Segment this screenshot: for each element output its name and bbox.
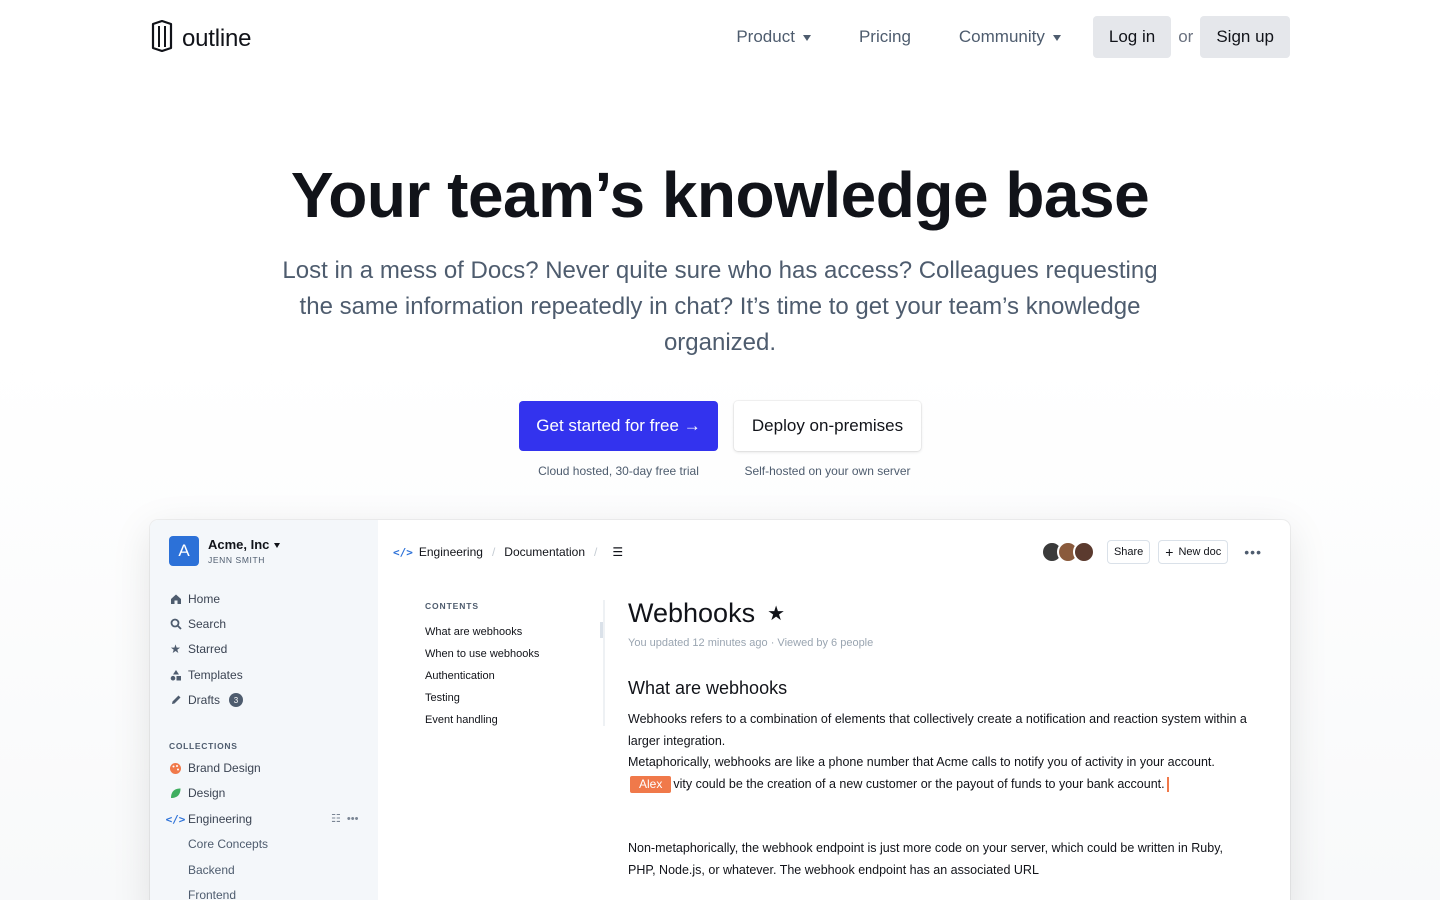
team-name-row: Acme, Inc bbox=[208, 537, 281, 552]
text-cursor bbox=[1166, 776, 1169, 792]
drafts-count-badge: 3 bbox=[229, 693, 244, 707]
doc-title-row: Webhooks ★ bbox=[628, 598, 1248, 629]
collection-design[interactable]: Design bbox=[169, 786, 225, 800]
nav-product[interactable]: Product bbox=[712, 27, 835, 47]
toc-item[interactable]: What are webhooks bbox=[425, 626, 522, 638]
hero-subtitle: Lost in a mess of Docs? Never quite sure… bbox=[282, 257, 1158, 356]
collection-label: Engineering bbox=[188, 812, 253, 826]
login-button[interactable]: Log in bbox=[1092, 16, 1172, 58]
plus-icon: + bbox=[1165, 544, 1174, 560]
nav-pricing-label: Pricing bbox=[858, 27, 911, 46]
code-icon: </> bbox=[393, 545, 413, 559]
team-avatar: A bbox=[169, 536, 199, 566]
toc-title: CONTENTS bbox=[425, 601, 479, 611]
document-pane: </> Engineering / Documentation / ☰ Shar… bbox=[378, 520, 1290, 900]
team-user: JENN SMITH bbox=[208, 555, 265, 565]
outline-menu-icon[interactable]: ☰ bbox=[612, 545, 623, 559]
nav-community[interactable]: Community bbox=[935, 27, 1093, 47]
signup-button[interactable]: Sign up bbox=[1200, 16, 1290, 58]
collection-brand-design[interactable]: Brand Design bbox=[169, 761, 261, 775]
new-doc-button[interactable]: + New doc bbox=[1158, 540, 1229, 564]
collection-label: Brand Design bbox=[188, 761, 261, 775]
toc-item[interactable]: Authentication bbox=[425, 670, 495, 682]
top-nav: outline Product Pricing Community Log in… bbox=[0, 0, 1440, 74]
toc-item[interactable]: Testing bbox=[425, 692, 460, 704]
sidebar-doc-core-concepts[interactable]: Core Concepts bbox=[188, 837, 268, 851]
more-options-icon[interactable]: ••• bbox=[1236, 544, 1270, 560]
doc-toolbar: Share + New doc ••• bbox=[1040, 540, 1270, 564]
leaf-icon bbox=[169, 787, 182, 800]
collection-label: Design bbox=[188, 786, 226, 800]
list-icon[interactable]: ☷ bbox=[331, 812, 341, 825]
new-doc-label: New doc bbox=[1178, 546, 1222, 558]
shapes-icon bbox=[169, 669, 182, 682]
document-content[interactable]: Webhooks ★ You updated 12 minutes ago · … bbox=[628, 598, 1248, 881]
collection-actions: ☷ ••• bbox=[331, 812, 359, 826]
breadcrumb-separator: / bbox=[594, 545, 598, 559]
outline-logo-icon bbox=[149, 19, 175, 57]
collection-engineering[interactable]: </> Engineering bbox=[165, 812, 253, 826]
avatar bbox=[1072, 541, 1095, 563]
toc-divider bbox=[603, 600, 605, 726]
sidebar-item-drafts[interactable]: Drafts 3 bbox=[169, 693, 244, 707]
deploy-on-premises-button[interactable]: Deploy on-premises bbox=[734, 401, 921, 451]
doc-paragraph: Non-metaphorically, the webhook endpoint… bbox=[628, 841, 1223, 877]
paragraph-text: vity could be the creation of a new cust… bbox=[673, 776, 1165, 791]
breadcrumb: </> Engineering / Documentation / ☰ bbox=[393, 545, 623, 559]
pencil-icon bbox=[169, 694, 182, 707]
sidebar-item-label: Home bbox=[188, 592, 221, 606]
cta-group: Get started for free → Cloud hosted, 30-… bbox=[519, 401, 921, 478]
brand-logo[interactable]: outline bbox=[149, 19, 252, 57]
search-icon bbox=[169, 618, 182, 631]
breadcrumb-separator: / bbox=[491, 545, 496, 559]
nav-pricing[interactable]: Pricing bbox=[835, 27, 935, 47]
palette-icon bbox=[169, 762, 182, 775]
sidebar-item-label: Search bbox=[188, 617, 227, 631]
hero-title: Your team’s knowledge base bbox=[290, 159, 1150, 231]
team-name: Acme, Inc bbox=[208, 537, 270, 552]
get-started-button[interactable]: Get started for free → bbox=[519, 401, 718, 451]
sidebar-doc-backend[interactable]: Backend bbox=[188, 863, 235, 877]
app-preview: A Acme, Inc JENN SMITH Home Search ★ Sta… bbox=[150, 520, 1290, 900]
star-icon[interactable]: ★ bbox=[767, 601, 785, 626]
self-hosted-note: Self-hosted on your own server bbox=[744, 464, 911, 478]
doc-title: Webhooks bbox=[628, 598, 756, 628]
home-icon bbox=[169, 593, 182, 606]
sidebar-item-label: Drafts bbox=[188, 693, 221, 707]
toc-scroll-indicator bbox=[600, 622, 603, 638]
paragraph-text: Metaphorically, webhooks are like a phon… bbox=[628, 755, 1215, 769]
sidebar-item-templates[interactable]: Templates bbox=[169, 668, 243, 682]
nav-product-label: Product bbox=[736, 27, 795, 46]
nav-community-label: Community bbox=[958, 27, 1045, 46]
share-button[interactable]: Share bbox=[1106, 540, 1151, 564]
doc-heading: What are webhooks bbox=[628, 678, 788, 698]
doc-meta: You updated 12 minutes ago · Viewed by 6… bbox=[628, 637, 874, 649]
paragraph-text: Webhooks refers to a combination of elem… bbox=[628, 712, 1247, 748]
sidebar-item-starred[interactable]: ★ Starred bbox=[169, 642, 227, 656]
sidebar-item-search[interactable]: Search bbox=[169, 617, 226, 631]
star-icon: ★ bbox=[170, 642, 181, 656]
breadcrumb-folder[interactable]: Documentation bbox=[504, 545, 585, 559]
sidebar-item-label: Starred bbox=[188, 642, 228, 656]
brand-name: outline bbox=[182, 24, 252, 52]
breadcrumb-collection[interactable]: Engineering bbox=[419, 545, 483, 559]
collections-heading: COLLECTIONS bbox=[169, 741, 238, 751]
more-icon[interactable]: ••• bbox=[347, 813, 359, 825]
sidebar: A Acme, Inc JENN SMITH Home Search ★ Sta… bbox=[150, 520, 378, 900]
doc-paragraph: Webhooks refers to a combination of elem… bbox=[628, 709, 1248, 795]
cloud-note: Cloud hosted, 30-day free trial bbox=[538, 464, 699, 478]
toc-item[interactable]: When to use webhooks bbox=[425, 648, 539, 660]
caret-down-icon bbox=[274, 542, 281, 548]
sidebar-doc-frontend[interactable]: Frontend bbox=[188, 888, 236, 900]
code-icon: </> bbox=[165, 812, 186, 826]
caret-down-icon bbox=[802, 34, 811, 41]
toc-item[interactable]: Event handling bbox=[425, 714, 498, 726]
sidebar-item-label: Templates bbox=[188, 668, 243, 682]
collaborator-avatars[interactable] bbox=[1040, 541, 1095, 563]
caret-down-icon bbox=[1052, 34, 1061, 41]
team-switcher[interactable]: A Acme, Inc JENN SMITH bbox=[169, 536, 281, 566]
collaborator-cursor-label: Alex bbox=[630, 775, 672, 793]
sidebar-item-home[interactable]: Home bbox=[169, 592, 220, 606]
or-text: or bbox=[1178, 27, 1194, 46]
